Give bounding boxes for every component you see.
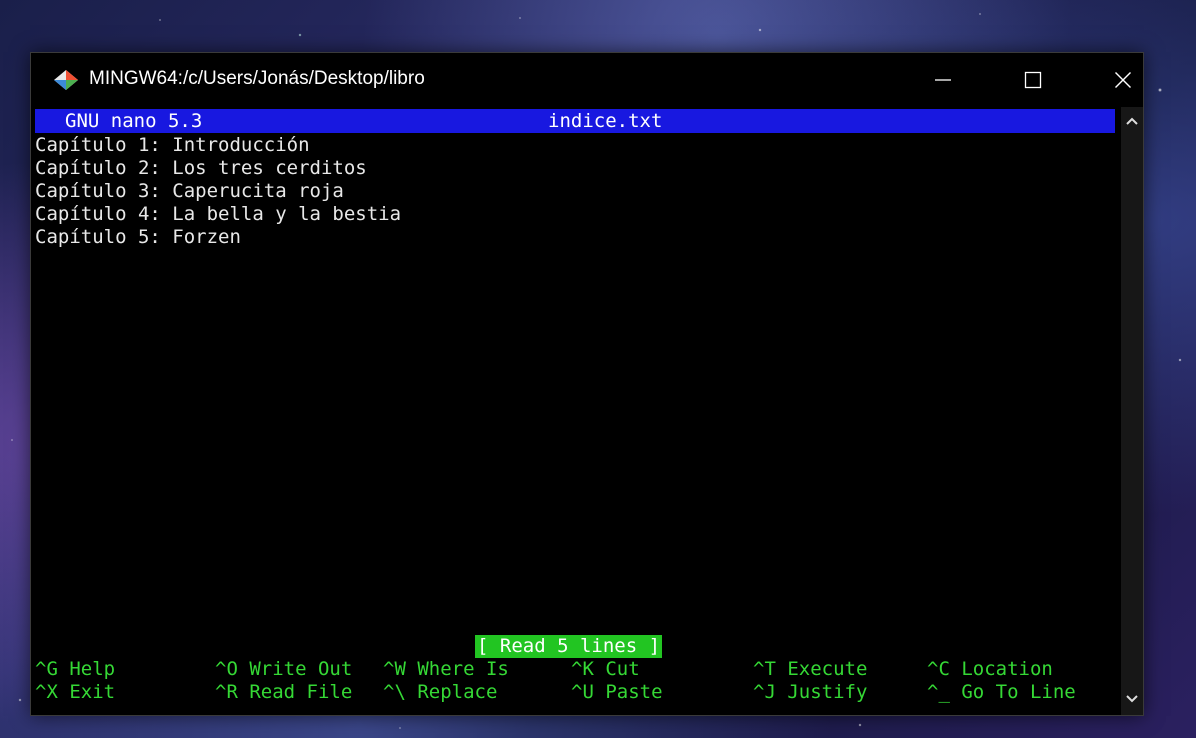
maximize-icon <box>1024 71 1042 89</box>
file-line-2[interactable]: Capítulo 2: Los tres cerditos <box>35 157 367 180</box>
shortcut-exit: ^X Exit <box>35 681 116 703</box>
chevron-up-icon[interactable] <box>1124 113 1140 129</box>
nano-header-bar: GNU nano 5.3 indice.txt <box>35 109 1115 133</box>
vertical-scrollbar[interactable] <box>1121 107 1143 715</box>
shortcut-help: ^G Help <box>35 658 116 680</box>
nano-filename: indice.txt <box>548 110 663 132</box>
status-message: [ Read 5 lines ] <box>475 635 663 658</box>
file-line-5[interactable]: Capítulo 5: Forzen <box>35 226 241 249</box>
minimize-icon <box>935 79 951 81</box>
file-line-3[interactable]: Capítulo 3: Caperucita roja <box>35 180 344 203</box>
shortcut-location: ^C Location <box>927 658 1053 680</box>
file-line-4[interactable]: Capítulo 4: La bella y la bestia <box>35 203 401 226</box>
shortcut-cut: ^K Cut <box>571 658 640 680</box>
terminal-window[interactable]: MINGW64:/c/Users/Jonás/Desktop/libro GNU… <box>30 52 1144 716</box>
maximize-button[interactable] <box>1003 53 1063 107</box>
shortcut-execute: ^T Execute <box>753 658 868 680</box>
minimize-button[interactable] <box>913 53 973 107</box>
window-title: MINGW64:/c/Users/Jonás/Desktop/libro <box>89 68 425 89</box>
close-icon <box>1115 72 1131 88</box>
shortcut-go-to-line: ^_ Go To Line <box>927 681 1076 703</box>
shortcut-write-out: ^O Write Out <box>215 658 353 680</box>
shortcut-replace: ^\ Replace <box>383 681 498 703</box>
title-bar[interactable]: MINGW64:/c/Users/Jonás/Desktop/libro <box>31 53 1143 107</box>
git-bash-diamond-icon <box>54 70 78 90</box>
shortcut-read-file: ^R Read File <box>215 681 353 703</box>
shortcut-justify: ^J Justify <box>753 681 868 703</box>
close-button[interactable] <box>1093 53 1153 107</box>
nano-version: GNU nano 5.3 <box>65 110 203 132</box>
terminal-content[interactable]: GNU nano 5.3 indice.txt Capítulo 1: Intr… <box>31 107 1121 715</box>
chevron-down-icon[interactable] <box>1124 691 1140 707</box>
shortcut-where-is: ^W Where Is <box>383 658 509 680</box>
shortcut-paste: ^U Paste <box>571 681 663 703</box>
file-line-1[interactable]: Capítulo 1: Introducción <box>35 134 310 157</box>
